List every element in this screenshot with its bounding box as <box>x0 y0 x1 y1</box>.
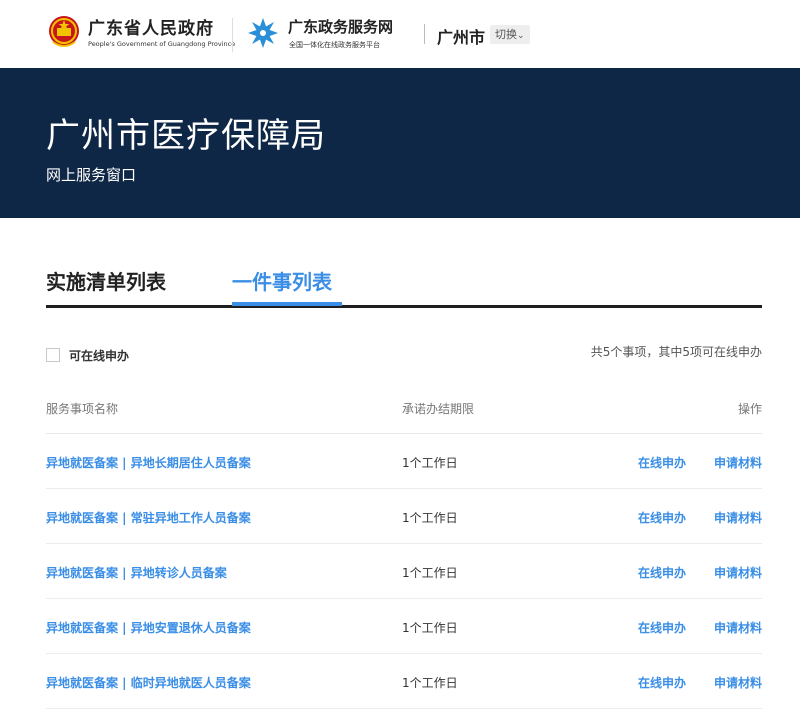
service-title[interactable]: 广东政务服务网 <box>288 16 393 37</box>
active-tab-indicator <box>232 302 342 306</box>
item-name-link[interactable]: 异地就医备案 | 常驻异地工作人员备案 <box>46 509 251 526</box>
gov-subtitle: People's Government of Guangdong Provinc… <box>88 40 236 48</box>
table-row: 异地就医备案 | 临时异地就医人员备案 1个工作日 在线申办 申请材料 <box>46 654 762 709</box>
online-checkbox[interactable] <box>46 348 60 362</box>
table-row: 异地就医备案 | 异地长期居住人员备案 1个工作日 在线申办 申请材料 <box>46 434 762 489</box>
table-row: 异地就医备案 | 异地转诊人员备案 1个工作日 在线申办 申请材料 <box>46 544 762 599</box>
apply-online-link[interactable]: 在线申办 <box>638 564 686 581</box>
column-header-name: 服务事项名称 <box>46 402 119 416</box>
national-emblem-icon <box>49 16 79 47</box>
chevron-down-icon: ⌄ <box>517 31 525 41</box>
table-body: 异地就医备案 | 异地长期居住人员备案 1个工作日 在线申办 申请材料 异地就医… <box>46 434 762 709</box>
item-time-limit: 1个工作日 <box>402 511 458 525</box>
gov-title[interactable]: 广东省人民政府 <box>88 14 214 39</box>
page-title: 广州市医疗保障局 <box>46 116 326 156</box>
materials-link[interactable]: 申请材料 <box>714 509 762 526</box>
materials-link[interactable]: 申请材料 <box>714 564 762 581</box>
materials-link[interactable]: 申请材料 <box>714 454 762 471</box>
apply-online-link[interactable]: 在线申办 <box>638 619 686 636</box>
header-divider <box>232 18 233 52</box>
item-name-link[interactable]: 异地就医备案 | 异地长期居住人员备案 <box>46 454 251 471</box>
column-header-limit: 承诺办结期限 <box>402 402 475 416</box>
item-time-limit: 1个工作日 <box>402 621 458 635</box>
tab-bar: 实施清单列表 一件事列表 <box>46 262 762 308</box>
apply-online-link[interactable]: 在线申办 <box>638 674 686 691</box>
current-city: 广州市 <box>437 28 486 47</box>
switch-label: 切换 <box>495 28 517 41</box>
top-header: 广东省人民政府 People's Government of Guangdong… <box>0 0 800 68</box>
service-logo-icon <box>248 18 278 48</box>
table-header: 服务事项名称 承诺办结期限 操作 <box>46 396 762 434</box>
table-row: 异地就医备案 | 异地安置退休人员备案 1个工作日 在线申办 申请材料 <box>46 599 762 654</box>
item-name-link[interactable]: 异地就医备案 | 异地转诊人员备案 <box>46 564 227 581</box>
materials-link[interactable]: 申请材料 <box>714 619 762 636</box>
tab-one-thing-list[interactable]: 一件事列表 <box>232 266 332 295</box>
item-time-limit: 1个工作日 <box>402 566 458 580</box>
materials-link[interactable]: 申请材料 <box>714 674 762 691</box>
header-divider <box>424 24 425 44</box>
apply-online-link[interactable]: 在线申办 <box>638 454 686 471</box>
table-row: 异地就医备案 | 常驻异地工作人员备案 1个工作日 在线申办 申请材料 <box>46 489 762 544</box>
item-name-link[interactable]: 异地就医备案 | 异地安置退休人员备案 <box>46 619 251 636</box>
banner: 广州市医疗保障局 网上服务窗口 <box>0 68 800 218</box>
item-time-limit: 1个工作日 <box>402 676 458 690</box>
item-name-link[interactable]: 异地就医备案 | 临时异地就医人员备案 <box>46 674 251 691</box>
apply-online-link[interactable]: 在线申办 <box>638 509 686 526</box>
page-subtitle: 网上服务窗口 <box>46 166 137 184</box>
tab-implementation-list[interactable]: 实施清单列表 <box>46 266 166 295</box>
items-summary: 共5个事项，其中5项可在线申办 <box>590 345 762 359</box>
city-switch-button[interactable]: 切换⌄ <box>490 25 530 44</box>
service-subtitle: 全国一体化在线政务服务平台 <box>289 41 380 49</box>
online-filter-label[interactable]: 可在线申办 <box>69 347 129 364</box>
item-time-limit: 1个工作日 <box>402 456 458 470</box>
column-header-operation: 操作 <box>737 402 762 416</box>
